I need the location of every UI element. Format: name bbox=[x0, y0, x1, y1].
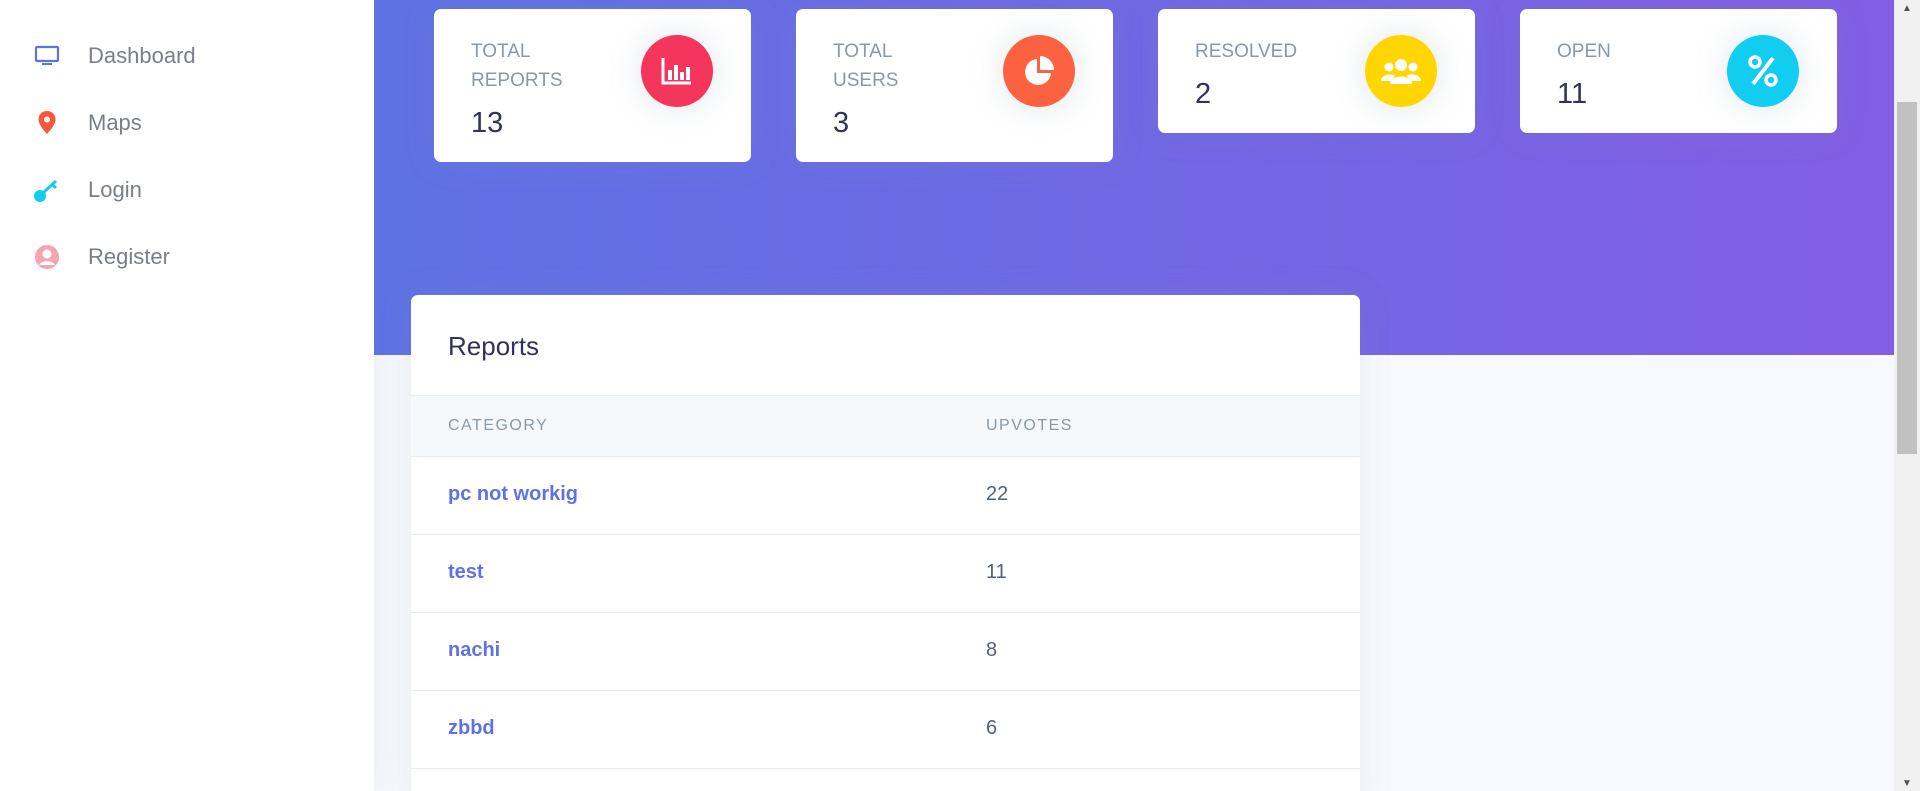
reports-title: Reports bbox=[448, 331, 540, 361]
percent-icon bbox=[1727, 35, 1799, 107]
sidebar-item-login[interactable]: Login bbox=[30, 170, 142, 210]
upvotes-value: 6 bbox=[986, 717, 998, 739]
sidebar-item-label: Register bbox=[88, 244, 170, 269]
table-row: pc not workig 22 bbox=[411, 456, 1360, 535]
scrollbar-thumb[interactable] bbox=[1897, 102, 1917, 454]
stat-card-total-reports: TOTAL REPORTS 13 bbox=[434, 9, 751, 162]
stat-card-resolved: RESOLVED 2 bbox=[1158, 9, 1475, 133]
category-link[interactable]: nachi bbox=[448, 639, 500, 662]
monitor-icon bbox=[30, 39, 64, 73]
stat-value: 11 bbox=[1557, 78, 1588, 110]
pie-chart-icon bbox=[1003, 35, 1075, 107]
bar-chart-icon bbox=[641, 35, 713, 107]
page-scrollbar[interactable]: ▲ ▼ bbox=[1894, 0, 1920, 791]
category-link[interactable]: zbbd bbox=[448, 717, 495, 740]
sidebar-item-label: Dashboard bbox=[88, 43, 196, 68]
column-header-upvotes: UPVOTES bbox=[986, 417, 1073, 434]
column-header-category: CATEGORY bbox=[448, 417, 549, 434]
stat-card-total-users: TOTAL USERS 3 bbox=[796, 9, 1113, 162]
users-icon bbox=[1365, 35, 1437, 107]
category-link[interactable]: pc not workig bbox=[448, 483, 578, 506]
stat-title: TOTAL USERS bbox=[833, 41, 899, 91]
upvotes-value: 22 bbox=[986, 483, 1009, 505]
upvotes-value: 8 bbox=[986, 639, 998, 661]
table-row: zbbd 6 bbox=[411, 690, 1360, 769]
scroll-down-arrow-icon[interactable]: ▼ bbox=[1894, 775, 1920, 791]
table-row: test 11 bbox=[411, 534, 1360, 613]
sidebar-item-label: Maps bbox=[88, 110, 142, 135]
reports-card: Reports CATEGORY UPVOTES pc not workig 2… bbox=[411, 295, 1360, 791]
sidebar-item-dashboard[interactable]: Dashboard bbox=[30, 36, 196, 76]
sidebar: Dashboard Maps Login Register bbox=[0, 0, 374, 791]
scroll-up-arrow-icon[interactable]: ▲ bbox=[1894, 0, 1920, 16]
stat-value: 3 bbox=[833, 107, 850, 139]
upvotes-value: 11 bbox=[986, 561, 1007, 583]
stat-title: TOTAL REPORTS bbox=[471, 41, 563, 91]
sidebar-item-label: Login bbox=[88, 177, 142, 202]
stat-card-open: OPEN 11 bbox=[1520, 9, 1837, 133]
table-row: nachi 8 bbox=[411, 612, 1360, 691]
main-content: TOTAL REPORTS 13 TOTAL USERS 3 RESOLVED … bbox=[374, 0, 1894, 791]
sidebar-item-register[interactable]: Register bbox=[30, 237, 170, 277]
category-link[interactable]: test bbox=[448, 561, 484, 584]
stat-value: 13 bbox=[471, 107, 504, 139]
sidebar-item-maps[interactable]: Maps bbox=[30, 103, 142, 143]
table-header: CATEGORY UPVOTES bbox=[411, 395, 1360, 457]
map-pin-icon bbox=[30, 106, 64, 140]
key-icon bbox=[30, 173, 64, 207]
stat-value: 2 bbox=[1195, 78, 1212, 110]
user-circle-icon bbox=[30, 240, 64, 274]
